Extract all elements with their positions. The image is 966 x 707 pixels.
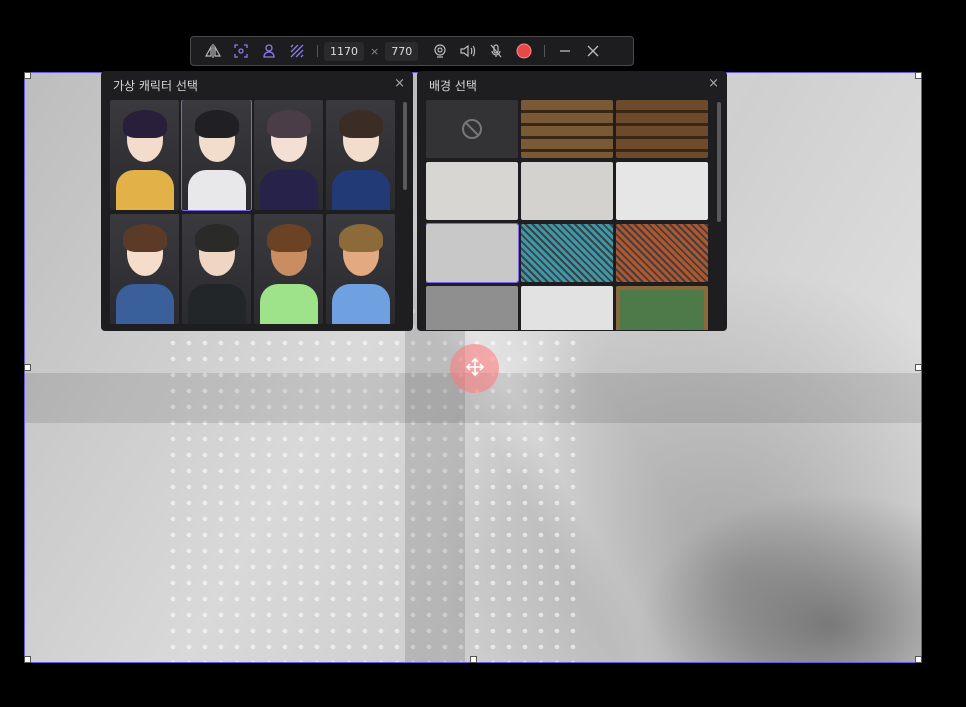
background-thumbnail-teal-texture[interactable] xyxy=(521,224,613,282)
avatar-hair xyxy=(194,224,239,252)
plant-shadow xyxy=(621,482,921,662)
character-thumbnail-blue-ribbon-girl[interactable] xyxy=(254,100,323,210)
character-thumbnail-green-jacket-boy[interactable] xyxy=(182,214,251,324)
background-grid xyxy=(426,100,708,330)
panel-title: 가상 캐릭터 선택 xyxy=(113,79,198,93)
character-grid xyxy=(110,100,395,324)
background-select-panel: 배경 선택 × xyxy=(417,71,727,331)
character-select-panel: 가상 캐릭터 선택 × xyxy=(101,71,413,331)
width-field[interactable]: 1170 xyxy=(324,41,364,61)
character-thumbnail-purple-hair-girl[interactable] xyxy=(110,100,179,210)
times-sign: × xyxy=(370,44,380,58)
background-thumbnail-conference-room-1[interactable] xyxy=(426,162,518,220)
mirror-icon[interactable] xyxy=(199,37,227,65)
avatar-hair xyxy=(266,110,311,138)
avatar-hair xyxy=(338,110,383,138)
no-background-icon xyxy=(462,119,482,139)
avatar-hair xyxy=(194,110,239,138)
avatar-hair xyxy=(338,224,383,252)
close-panel-button[interactable]: × xyxy=(708,77,719,91)
minimize-icon[interactable] xyxy=(551,37,579,65)
resize-handle-left[interactable] xyxy=(24,364,31,371)
panel-title: 배경 선택 xyxy=(429,79,477,93)
pattern-icon[interactable] xyxy=(283,37,311,65)
background-thumbnail-gray-shadow[interactable] xyxy=(426,223,519,283)
avatar-hair xyxy=(122,110,167,138)
height-field[interactable]: 770 xyxy=(385,41,419,61)
webcam-icon[interactable] xyxy=(426,37,454,65)
background-thumbnail-office-shelf[interactable] xyxy=(426,286,518,330)
character-thumbnail-brown-hair-girl[interactable] xyxy=(110,214,179,324)
resize-handle-bottom[interactable] xyxy=(470,656,477,663)
move-icon xyxy=(465,357,485,381)
scrollbar[interactable] xyxy=(403,102,407,190)
character-thumbnail-3d-woman[interactable] xyxy=(254,214,323,324)
focus-icon[interactable] xyxy=(227,37,255,65)
background-thumbnail-bookshelf-2[interactable] xyxy=(616,100,708,158)
avatar-body xyxy=(331,284,390,324)
character-thumbnail-black-hair-boy[interactable] xyxy=(181,100,252,211)
background-thumbnail-bookshelf-1[interactable] xyxy=(521,100,613,158)
avatar-hair xyxy=(122,224,167,252)
avatar-body xyxy=(187,284,246,324)
avatar-body xyxy=(115,170,174,210)
avatar-hair xyxy=(266,224,311,252)
character-thumbnail-suit-boy[interactable] xyxy=(326,100,395,210)
background-dots xyxy=(165,303,585,662)
move-handle[interactable] xyxy=(450,344,499,393)
resize-handle-top-right[interactable] xyxy=(915,72,922,79)
recording-toolbar: 1170 × 770 xyxy=(190,36,634,66)
avatar-icon[interactable] xyxy=(255,37,283,65)
avatar-body xyxy=(187,170,246,210)
scrollbar[interactable] xyxy=(717,102,721,222)
background-thumbnail-chalkboard[interactable] xyxy=(616,286,708,330)
resize-handle-top-left[interactable] xyxy=(24,72,31,79)
background-thumbnail-white-shelf[interactable] xyxy=(521,286,613,330)
avatar-body xyxy=(259,284,318,324)
resize-handle-bottom-left[interactable] xyxy=(24,656,31,663)
resize-handle-bottom-right[interactable] xyxy=(915,656,922,663)
close-panel-button[interactable]: × xyxy=(394,77,405,91)
background-thumbnail-none[interactable] xyxy=(426,100,518,158)
background-thumbnail-orange-texture[interactable] xyxy=(616,224,708,282)
avatar-body xyxy=(259,170,318,210)
resize-handle-right[interactable] xyxy=(915,364,922,371)
separator xyxy=(544,45,546,57)
mic-muted-icon[interactable] xyxy=(482,37,510,65)
close-icon[interactable] xyxy=(579,37,607,65)
speaker-icon[interactable] xyxy=(454,37,482,65)
avatar-body xyxy=(331,170,390,210)
character-thumbnail-3d-man[interactable] xyxy=(326,214,395,324)
background-thumbnail-conference-room-2[interactable] xyxy=(521,162,613,220)
avatar-body xyxy=(115,284,174,324)
background-thumbnail-white-hallway[interactable] xyxy=(616,162,708,220)
separator xyxy=(317,45,318,57)
record-icon[interactable] xyxy=(510,37,538,65)
